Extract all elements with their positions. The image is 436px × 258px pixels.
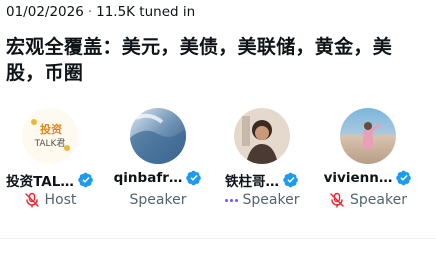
host-logo-avatar: 投资 TALK君 [22,108,78,164]
divider [0,238,436,239]
meta-separator: · [87,4,93,20]
svg-text:投资: 投资 [40,122,62,136]
speaker-role: Speaker [242,192,300,208]
speaker-role: Speaker [350,192,407,208]
avatar[interactable]: 投资 TALK君 [22,108,78,164]
verified-badge-icon [78,172,93,188]
avatar[interactable] [234,108,290,164]
speaking-dots-icon [224,198,238,202]
speaker-name[interactable]: vivienn… [324,170,393,186]
avatar[interactable] [130,108,186,164]
speaker-card[interactable]: vivienn… Speaker [318,108,418,218]
tuned-in-count: 11.5K tuned in [96,4,196,20]
speaker-card-host[interactable]: 投资 TALK君 投资TAL… Host [0,108,100,218]
avatar[interactable] [340,108,396,164]
svg-text:TALK君: TALK君 [34,138,66,149]
speaker-role: Host [44,192,77,208]
verified-badge-icon [283,172,298,188]
photo-avatar [130,108,186,164]
verified-badge-icon [186,170,202,186]
microphone-off-icon [24,192,39,208]
space-date: 01/02/2026 [6,4,84,20]
space-title: 宏观全覆盖：美元，美债，美联储，黄金，美股，币圈 [6,36,393,84]
speaker-card[interactable]: qinbafr… Speaker [108,108,208,218]
microphone-off-icon [330,192,344,208]
space-meta: 01/02/2026 · 11.5K tuned in [6,4,195,20]
speaker-name[interactable]: qinbafr… [114,170,183,186]
photo-avatar [234,108,290,164]
speaker-card[interactable]: 铁柱哥… Speaker [212,108,312,218]
photo-avatar [340,108,396,164]
speaker-name[interactable]: 铁柱哥… [225,170,279,190]
verified-badge-icon [396,170,412,186]
speaker-name[interactable]: 投资TAL… [6,170,74,190]
speaker-role: Speaker [129,192,187,208]
